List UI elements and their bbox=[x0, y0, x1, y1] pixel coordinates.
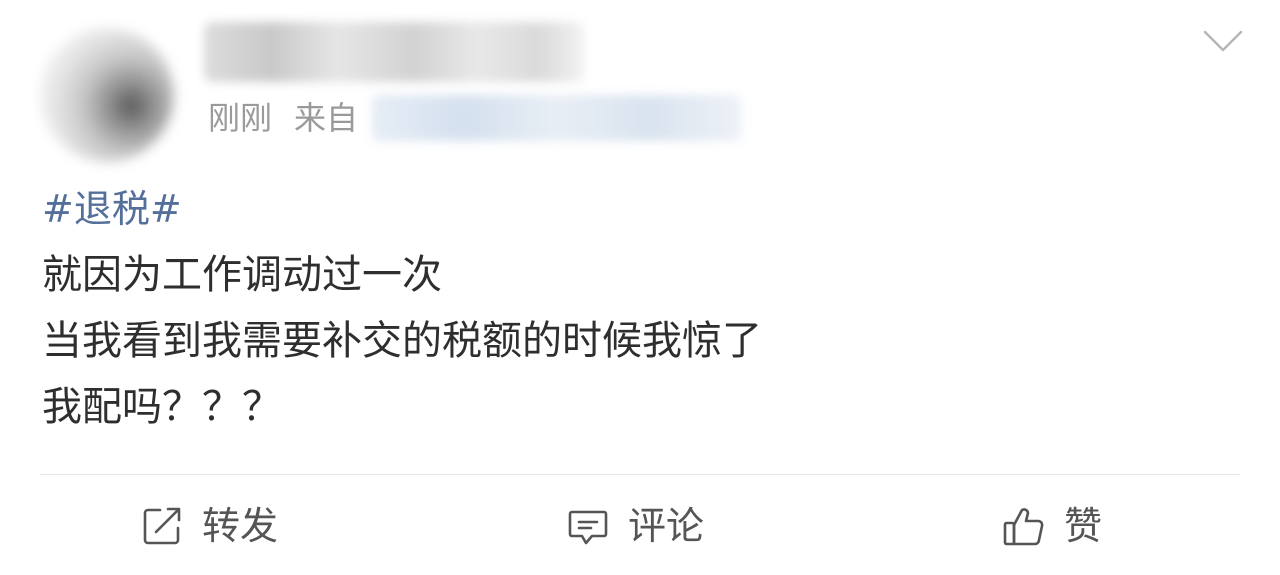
weibo-post-card: 刚刚 来自 #退税# 就因为工作调动过一次 当我看到我需要补交的税额的时候我惊了 … bbox=[0, 0, 1280, 575]
repost-icon bbox=[143, 507, 181, 545]
post-body: #退税# 就因为工作调动过一次 当我看到我需要补交的税额的时候我惊了 我配吗？？… bbox=[42, 176, 762, 440]
avatar[interactable] bbox=[40, 28, 174, 162]
repost-label: 转发 bbox=[202, 504, 279, 548]
username-blurred[interactable] bbox=[204, 22, 584, 82]
action-bar: 转发 评论 赞 bbox=[0, 496, 1280, 556]
like-button[interactable]: 赞 bbox=[1002, 496, 1102, 556]
post-line-1: 就因为工作调动过一次 bbox=[42, 252, 442, 298]
hashtag-link[interactable]: #退税# bbox=[42, 176, 762, 242]
like-label: 赞 bbox=[1064, 504, 1103, 548]
divider bbox=[40, 474, 1240, 475]
post-line-2: 当我看到我需要补交的税额的时候我惊了 bbox=[42, 318, 762, 364]
source-prefix: 来自 bbox=[294, 99, 359, 137]
source-blurred[interactable] bbox=[372, 95, 742, 141]
post-meta: 刚刚 来自 bbox=[208, 92, 358, 144]
comment-label: 评论 bbox=[628, 504, 705, 548]
post-line-3: 我配吗？？？ bbox=[42, 384, 282, 430]
chevron-down-icon[interactable] bbox=[1203, 30, 1243, 52]
comment-button[interactable]: 评论 bbox=[566, 496, 704, 556]
repost-button[interactable]: 转发 bbox=[140, 496, 278, 556]
comment-icon bbox=[568, 510, 608, 545]
thumbs-up-icon bbox=[1003, 508, 1044, 546]
post-time: 刚刚 bbox=[208, 99, 273, 137]
